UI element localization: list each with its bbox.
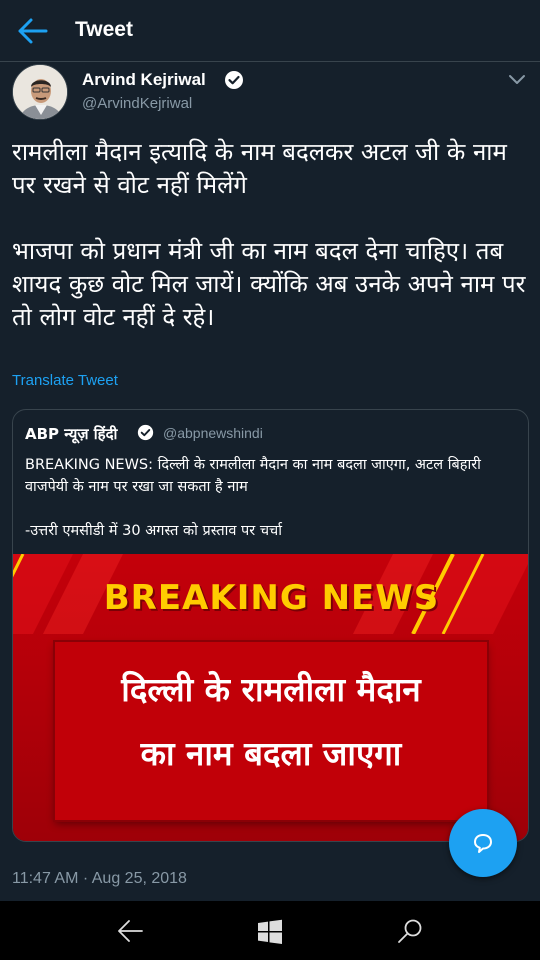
headline-panel: दिल्ली के रामलीला मैदान का नाम बदला जाएग… (55, 642, 487, 820)
nav-back-icon[interactable] (116, 918, 144, 944)
quoted-author-name: ABP न्यूज़ हिंदी (25, 425, 118, 443)
back-button[interactable] (16, 16, 50, 46)
tweet-text: रामलीला मैदान इत्यादि के नाम बदलकर अटल ज… (12, 138, 526, 331)
windows-logo-icon[interactable] (257, 919, 283, 945)
breaking-news-banner: BREAKING NEWS (103, 578, 440, 618)
page-title: Tweet (75, 18, 133, 41)
verified-badge-icon (137, 424, 154, 441)
arrow-left-icon (18, 18, 48, 44)
chevron-down-icon[interactable] (508, 74, 526, 86)
top-app-bar: Tweet (0, 0, 540, 62)
speech-bubble-icon (474, 834, 492, 853)
author-handle[interactable]: @ArvindKejriwal (82, 95, 192, 112)
avatar[interactable] (12, 64, 68, 120)
quoted-tweet-text: BREAKING NEWS: दिल्ली के रामलीला मैदान क… (25, 457, 481, 539)
search-icon[interactable] (396, 917, 424, 945)
verified-badge-icon (225, 71, 243, 89)
quoted-tweet-image[interactable]: BREAKING NEWS दिल्ली के रामलीला मैदान का… (13, 554, 528, 841)
headline-line-2: का नाम बदला जाएगा (140, 734, 402, 773)
tweet-author: Arvind Kejriwal @ArvindKejriwal (12, 64, 528, 122)
tweet-timestamp: 11:47 AM · Aug 25, 2018 (12, 870, 187, 887)
quoted-author-handle: @abpnewshindi (163, 425, 263, 441)
system-nav-bar (0, 901, 540, 960)
translate-tweet-link[interactable]: Translate Tweet (12, 372, 118, 389)
headline-line-1: दिल्ली के रामलीला मैदान (121, 670, 421, 709)
quoted-tweet[interactable]: ABP न्यूज़ हिंदी @abpnewshindi BREAKING … (12, 409, 529, 842)
reply-fab-button[interactable] (449, 809, 517, 877)
avatar-image (13, 65, 67, 119)
author-name[interactable]: Arvind Kejriwal (82, 70, 206, 90)
